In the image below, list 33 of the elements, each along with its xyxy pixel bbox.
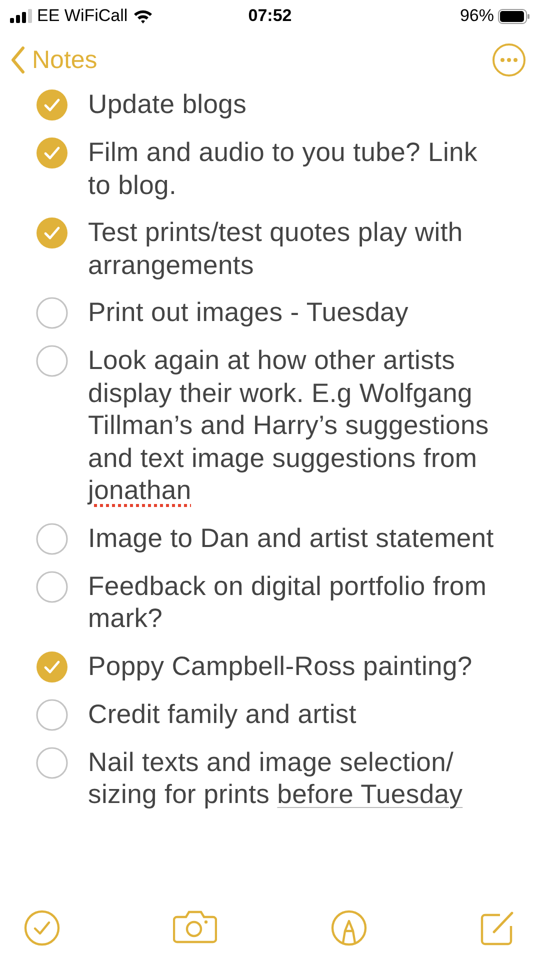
checklist-item-text: Credit family and artist: [88, 698, 356, 730]
empty-circle-icon[interactable]: [36, 570, 68, 602]
battery-icon: [498, 8, 530, 24]
checklist-item-text: Film and audio to you tube? Link to blog.: [88, 136, 478, 201]
checked-circle-icon[interactable]: [36, 137, 68, 169]
markup-pen-icon[interactable]: [330, 910, 367, 946]
camera-icon[interactable]: [173, 910, 218, 944]
wifi-icon: [132, 8, 153, 24]
clock-time: 07:52: [247, 6, 293, 26]
empty-circle-icon[interactable]: [36, 345, 68, 377]
chevron-left-icon: [10, 46, 26, 74]
checked-circle-icon[interactable]: [36, 650, 68, 682]
empty-circle-icon[interactable]: [36, 746, 68, 778]
checklist-icon[interactable]: [24, 910, 60, 946]
empty-circle-icon[interactable]: [36, 522, 68, 554]
empty-circle-icon[interactable]: [36, 297, 68, 329]
checklist-item-text: Feedback on digital portfolio from mark?: [88, 570, 488, 634]
checked-circle-icon[interactable]: [36, 89, 68, 121]
checked-circle-icon[interactable]: [36, 217, 68, 249]
more-icon[interactable]: [492, 43, 526, 77]
checklist-item-text: Look again at how other artists display their work. E.g Wolfgang Tillman’s and Harry’s suggestions and text image suggestions from jonathan: [88, 344, 490, 506]
checklist-item-text: Update blogs: [88, 88, 247, 120]
checklist-item-text: Image to Dan and artist statement: [88, 522, 494, 554]
checklist-item-text: Nail texts and image selection/ sizing for prints before Tuesday: [88, 746, 464, 810]
checklist-item-text: Print out images - Tuesday: [88, 296, 408, 328]
compose-icon[interactable]: [480, 910, 516, 946]
checklist-item-text: Poppy Campbell-Ross painting?: [88, 650, 472, 682]
carrier-name: EE WiFiCall: [37, 6, 128, 26]
battery-percent: 96%: [460, 6, 494, 26]
date-link[interactable]: before Tuesday: [277, 779, 463, 809]
signal-icon: [10, 9, 32, 23]
checklist-item-text: Test prints/test quotes play with arrangements: [88, 216, 464, 281]
empty-circle-icon[interactable]: [36, 698, 68, 730]
